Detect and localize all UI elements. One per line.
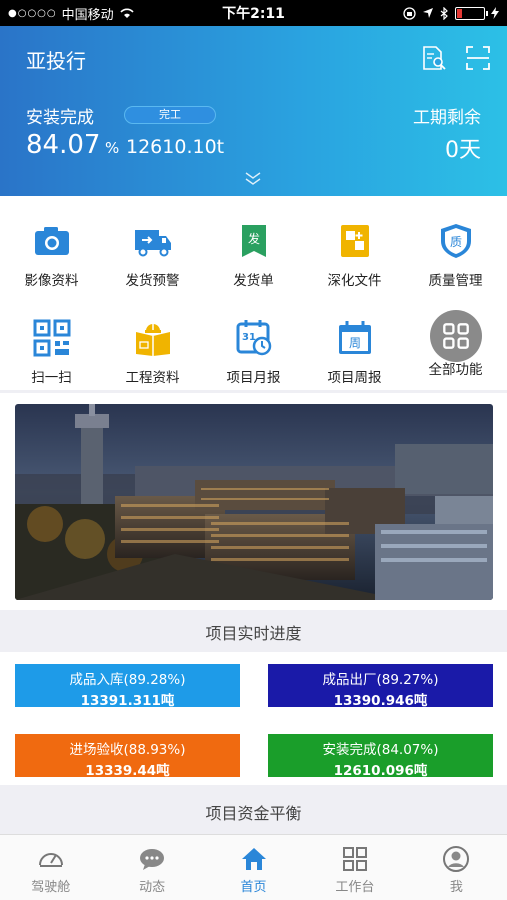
svg-text:周: 周 [348, 336, 360, 350]
deepen-file-icon [340, 225, 369, 257]
camera-icon [34, 227, 69, 255]
function-label: 全部功能 [428, 362, 483, 378]
progress-installed[interactable]: 安装完成(84.07%) 12610.096吨 [268, 734, 493, 779]
home-icon [241, 848, 266, 870]
function-deepen-files[interactable]: 深化文件 [304, 221, 405, 289]
progress-stored-title: 成品入库(89.28%) [69, 672, 186, 688]
project-header: 亚投行 安装完成 完工 工期剩余 84.07 % 12610.10t 0天 [0, 26, 507, 196]
install-complete-label: 安装完成 [26, 108, 94, 128]
tab-label: 我 [449, 880, 463, 895]
user-icon [443, 846, 470, 872]
charging-icon [491, 7, 499, 19]
function-label: 发货预警 [125, 273, 180, 289]
chevron-down-icon[interactable] [242, 170, 264, 186]
function-scan[interactable]: 扫一扫 [1, 318, 102, 386]
tab-me[interactable]: 我 [406, 835, 507, 900]
dashboard-gauge-icon [38, 853, 63, 867]
function-label: 深化文件 [327, 273, 382, 289]
progress-stored-value: 13391.311吨 [80, 693, 175, 709]
function-shipping-invoice[interactable]: 发 发货单 [203, 221, 304, 289]
status-bar: ●○○○○ 中国移动 下午2:11 [0, 0, 507, 26]
function-weekly-report[interactable]: 周 项目周报 [304, 318, 405, 386]
tab-workbench[interactable]: 工作台 [304, 835, 405, 900]
lock-rotation-icon [403, 6, 416, 20]
tab-cockpit[interactable]: 驾驶舱 [0, 835, 101, 900]
progress-installed-value: 12610.096吨 [333, 763, 428, 779]
invoice-icon: 发 [241, 225, 266, 257]
progress-accepted[interactable]: 进场验收(88.93%) 13339.44吨 [15, 734, 240, 779]
signal-strength: ●○○○○ [8, 7, 57, 19]
tab-updates[interactable]: 动态 [101, 835, 202, 900]
function-shipping-alert[interactable]: 发货预警 [102, 221, 203, 289]
status-time: 下午2:11 [222, 6, 285, 22]
install-tonnage: 12610.10t [126, 136, 225, 158]
tab-label: 首页 [240, 880, 267, 895]
function-label: 项目月报 [226, 370, 281, 386]
function-all-functions[interactable]: 全部功能 [405, 310, 506, 378]
chat-bubble-icon [140, 849, 165, 870]
progress-shipped[interactable]: 成品出厂(89.27%) 13390.946吨 [268, 664, 493, 709]
svg-text:质: 质 [449, 235, 461, 249]
progress-panel: 成品入库(89.28%) 13391.311吨 成品出厂(89.27%) 133… [0, 652, 507, 785]
progress-accepted-value: 13339.44吨 [85, 763, 170, 779]
progress-stored[interactable]: 成品入库(89.28%) 13391.311吨 [15, 664, 240, 709]
project-banner-image[interactable] [15, 404, 493, 600]
carrier-name: 中国移动 [61, 7, 114, 23]
function-engineering-data[interactable]: 工程资料 [102, 318, 203, 386]
progress-section-title: 项目实时进度 [205, 624, 302, 643]
monthly-calendar-icon: 31 [236, 320, 271, 356]
function-image-data[interactable]: 影像资料 [1, 221, 102, 289]
all-functions-icon [429, 310, 482, 362]
function-label: 质量管理 [428, 273, 483, 289]
project-title: 亚投行 [26, 49, 86, 73]
truck-icon [134, 230, 171, 257]
status-badge: 完工 [124, 106, 216, 124]
bottom-tab-bar: 驾驶舱 动态 首页 工作台 我 [0, 834, 507, 900]
svg-text:发: 发 [247, 231, 259, 246]
function-label: 影像资料 [24, 273, 79, 289]
function-label: 工程资料 [125, 370, 180, 386]
progress-shipped-value: 13390.946吨 [333, 693, 428, 709]
remaining-period-label: 工期剩余 [413, 108, 481, 128]
function-grid: 影像资料 发货预警 发 发货单 深化文件 质 质量管理 扫一扫 工程资料 31 … [0, 196, 507, 390]
bluetooth-icon [440, 6, 448, 20]
function-label: 扫一扫 [31, 370, 72, 386]
qr-code-icon [33, 319, 70, 357]
remaining-days: 0天 [445, 138, 481, 163]
svg-text:31: 31 [242, 332, 256, 343]
tab-label: 工作台 [335, 880, 375, 895]
scan-icon[interactable] [464, 44, 492, 72]
function-quality-management[interactable]: 质 质量管理 [405, 221, 506, 289]
battery-icon [455, 6, 488, 20]
funds-section-title: 项目资金平衡 [205, 804, 302, 823]
tab-label: 驾驶舱 [31, 880, 71, 895]
banner-section [0, 393, 507, 610]
document-search-icon[interactable] [420, 44, 448, 72]
wifi-icon [120, 8, 134, 18]
install-percent: 84.07 [26, 130, 101, 160]
quality-shield-icon: 质 [440, 224, 471, 258]
percent-unit: % [105, 139, 120, 157]
function-monthly-report[interactable]: 31 项目月报 [203, 318, 304, 386]
weekly-calendar-icon: 周 [338, 321, 371, 354]
function-label: 项目周报 [327, 370, 382, 386]
tab-label: 动态 [139, 880, 166, 895]
location-icon [423, 8, 433, 18]
tab-home[interactable]: 首页 [203, 835, 304, 900]
workbench-grid-icon [342, 847, 367, 871]
engineering-book-icon [135, 324, 170, 356]
function-label: 发货单 [233, 273, 274, 289]
progress-installed-title: 安装完成(84.07%) [322, 742, 439, 758]
progress-accepted-title: 进场验收(88.93%) [69, 742, 186, 758]
progress-shipped-title: 成品出厂(89.27%) [322, 672, 439, 688]
